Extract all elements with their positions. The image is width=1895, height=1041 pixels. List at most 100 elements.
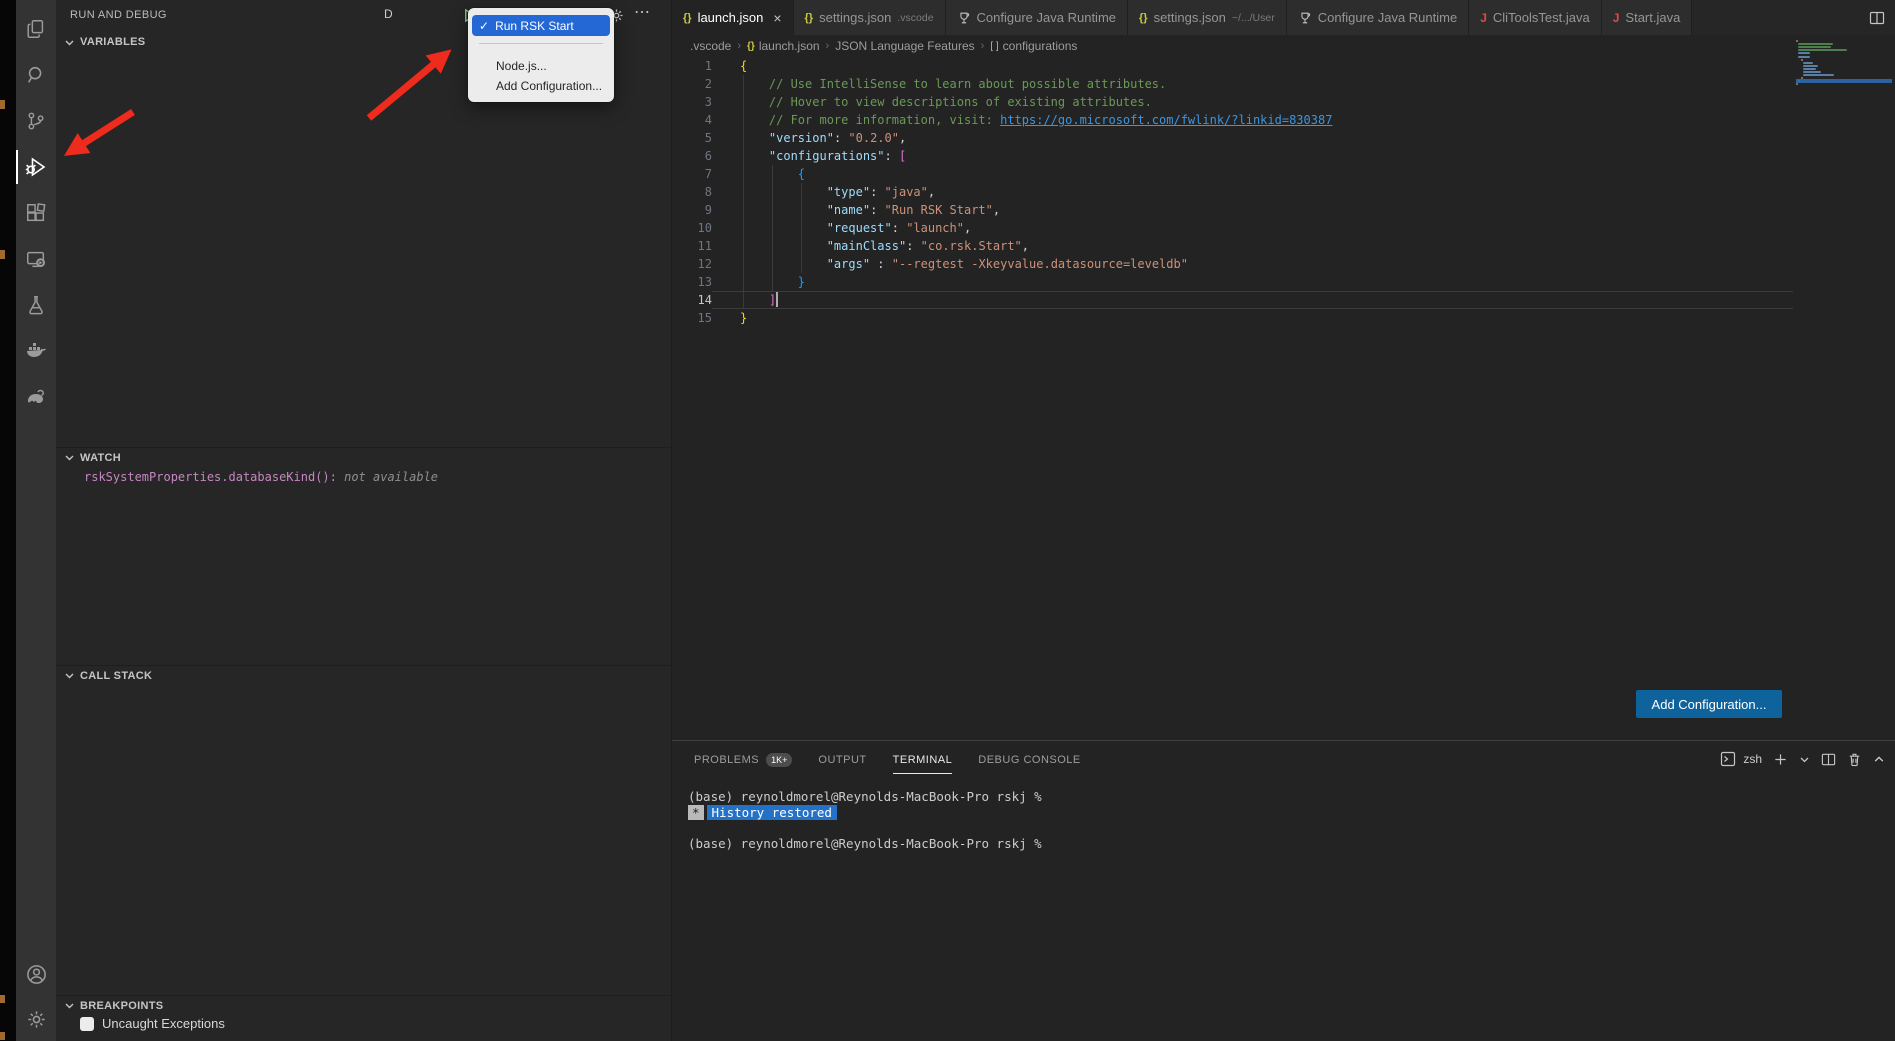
breadcrumb-item[interactable]: .vscode — [690, 39, 731, 53]
json-icon: {} — [683, 12, 692, 24]
split-editor-icon[interactable] — [1859, 0, 1895, 35]
breadcrumb-separator: › — [737, 40, 741, 52]
json-icon: {} — [805, 12, 814, 24]
menu-item-run-rsk-start[interactable]: ✓ Run RSK Start — [472, 15, 610, 36]
line-content: } — [712, 273, 1793, 291]
line-number: 15 — [672, 309, 712, 327]
editor-tab-bar: {}launch.json×{}settings.json.vscodeConf… — [672, 0, 1895, 35]
line-content: "version": "0.2.0", — [712, 129, 1793, 147]
new-terminal-icon[interactable] — [1773, 752, 1788, 767]
code-line: 5 "version": "0.2.0", — [672, 129, 1793, 147]
tab-configure-java-runtime[interactable]: Configure Java Runtime — [946, 0, 1128, 35]
testing-icon[interactable] — [16, 282, 56, 328]
remote-explorer-icon[interactable] — [16, 236, 56, 282]
explorer-icon[interactable] — [16, 6, 56, 52]
accounts-icon[interactable] — [16, 951, 56, 997]
kill-terminal-trash-icon[interactable] — [1847, 752, 1862, 767]
more-actions-icon[interactable]: ⋯ — [634, 2, 651, 22]
tab-start-java[interactable]: JStart.java — [1602, 0, 1693, 35]
extensions-icon[interactable] — [16, 190, 56, 236]
code-line: 2 // Use IntelliSense to learn about pos… — [672, 75, 1793, 93]
tab-configure-java-runtime[interactable]: Configure Java Runtime — [1287, 0, 1469, 35]
tab-label: launch.json — [698, 10, 764, 25]
close-icon[interactable]: × — [773, 10, 781, 26]
terminal-line — [688, 820, 1042, 836]
minimap-line — [1803, 74, 1834, 76]
breadcrumb[interactable]: .vscode›{}launch.json›JSON Language Feat… — [672, 35, 1895, 57]
tab-description: ~/.../User — [1232, 12, 1275, 24]
java-file-icon: J — [1613, 11, 1620, 25]
minimap[interactable] — [1796, 40, 1892, 92]
line-number: 5 — [672, 129, 712, 147]
menu-item-add-configuration-[interactable]: Add Configuration... — [468, 76, 614, 96]
watch-expression[interactable]: rskSystemProperties.databaseKind(): not … — [84, 470, 438, 484]
code-line: 4 // For more information, visit: https:… — [672, 111, 1793, 129]
breadcrumb-item[interactable]: {}launch.json — [747, 39, 820, 53]
indent-guide — [743, 75, 744, 309]
panel-tab-problems[interactable]: PROBLEMS1K+ — [694, 753, 792, 774]
tab-label: settings.json — [819, 10, 891, 25]
watch-section-header[interactable]: WATCH — [56, 447, 672, 467]
minimap-line — [1796, 83, 1798, 85]
breadcrumb-item[interactable]: [ ]configurations — [990, 39, 1077, 53]
tab-bar-filler — [1692, 0, 1859, 35]
terminal-line: *History restored — [688, 805, 1042, 821]
line-number: 9 — [672, 201, 712, 219]
gradle-icon[interactable] — [16, 374, 56, 420]
line-number: 8 — [672, 183, 712, 201]
text-cursor — [776, 292, 778, 307]
breakpoints-section-header[interactable]: BREAKPOINTS — [56, 995, 672, 1015]
line-content: { — [712, 57, 1793, 75]
line-content: "mainClass": "co.rsk.Start", — [712, 237, 1793, 255]
line-content: // Hover to view descriptions of existin… — [712, 93, 1793, 111]
breadcrumb-item[interactable]: JSON Language Features — [835, 39, 974, 53]
tab-clitoolstest-java[interactable]: JCliToolsTest.java — [1469, 0, 1602, 35]
panel-tab-output[interactable]: OUTPUT — [818, 753, 866, 774]
minimap-line — [1803, 65, 1818, 67]
code-line: 8 "type": "java", — [672, 183, 1793, 201]
tab-settings-json[interactable]: {}settings.json.vscode — [794, 0, 946, 35]
sliver-mark — [0, 100, 5, 109]
line-content: // Use IntelliSense to learn about possi… — [712, 75, 1793, 93]
minimap-line — [1803, 71, 1820, 73]
bottom-panel: PROBLEMS1K+OUTPUTTERMINALDEBUG CONSOLE z… — [672, 740, 1895, 1041]
tab-settings-json[interactable]: {}settings.json~/.../User — [1128, 0, 1287, 35]
terminal-line: (base) reynoldmorel@Reynolds-MacBook-Pro… — [688, 836, 1042, 852]
menu-item-label: Run RSK Start — [495, 19, 574, 33]
panel-tab-debug-console[interactable]: DEBUG CONSOLE — [978, 753, 1080, 774]
line-content: "configurations": [ — [712, 147, 1793, 165]
line-content: "type": "java", — [712, 183, 1793, 201]
terminal-output[interactable]: (base) reynoldmorel@Reynolds-MacBook-Pro… — [688, 789, 1042, 851]
line-content: ] — [712, 291, 1793, 309]
split-terminal-icon[interactable] — [1821, 752, 1836, 767]
line-number: 1 — [672, 57, 712, 75]
partially-hidden-label: D — [384, 7, 393, 21]
code-line: 12 "args" : "--regtest -Xkeyvalue.dataso… — [672, 255, 1793, 273]
add-configuration-button[interactable]: Add Configuration... — [1636, 690, 1782, 718]
run-and-debug-icon[interactable] — [16, 144, 56, 190]
uncaught-exceptions-checkbox[interactable] — [80, 1017, 94, 1031]
tab-label: Configure Java Runtime — [977, 10, 1116, 25]
call-stack-section-header[interactable]: CALL STACK — [56, 665, 672, 685]
tab-label: CliToolsTest.java — [1493, 10, 1590, 25]
line-number: 11 — [672, 237, 712, 255]
section-label: WATCH — [80, 452, 121, 464]
launch-profile-chevron-icon[interactable] — [1799, 754, 1810, 765]
code-editor[interactable]: 1{2 // Use IntelliSense to learn about p… — [672, 57, 1895, 740]
panel-tab-terminal[interactable]: TERMINAL — [893, 753, 953, 774]
source-control-icon[interactable] — [16, 98, 56, 144]
docker-icon[interactable] — [16, 328, 56, 374]
code-line: 9 "name": "Run RSK Start", — [672, 201, 1793, 219]
section-label: CALL STACK — [80, 670, 152, 682]
tab-label: Configure Java Runtime — [1318, 10, 1457, 25]
sliver-mark — [0, 250, 5, 259]
search-icon[interactable] — [16, 52, 56, 98]
code-line: 3 // Hover to view descriptions of exist… — [672, 93, 1793, 111]
line-number: 7 — [672, 165, 712, 183]
maximize-panel-chevron-icon[interactable] — [1873, 753, 1885, 765]
manage-gear-icon[interactable] — [16, 997, 56, 1041]
tab-launch-json[interactable]: {} launch.json × — [672, 0, 794, 35]
sidebar-title: RUN AND DEBUG — [70, 9, 167, 21]
menu-item-node-js-[interactable]: Node.js... — [468, 56, 614, 76]
problems-count-badge: 1K+ — [766, 753, 792, 767]
